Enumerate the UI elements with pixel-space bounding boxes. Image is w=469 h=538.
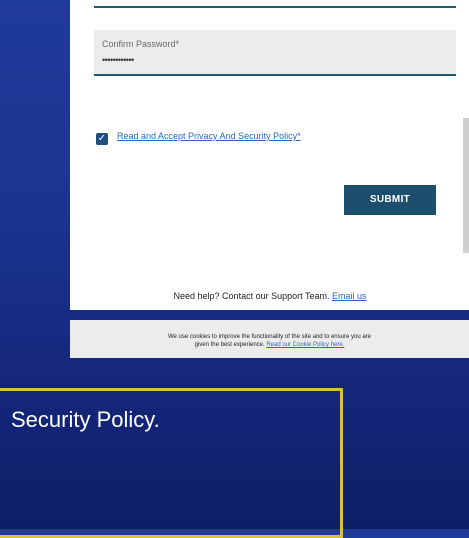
policy-checkbox[interactable]: ✓ — [96, 133, 108, 145]
confirm-password-value[interactable]: •••••••••••• — [102, 55, 134, 65]
checkmark-icon: ✓ — [97, 133, 107, 144]
email-us-link[interactable]: Email us — [332, 291, 367, 301]
password-field-bottom[interactable] — [94, 0, 456, 8]
scrollbar[interactable] — [463, 118, 469, 253]
caption-box: Security Policy. — [0, 388, 343, 538]
cookie-policy-link[interactable]: Read our Cookie Policy here. — [266, 342, 344, 348]
confirm-password-field[interactable]: Confirm Password* •••••••••••• — [94, 30, 456, 76]
registration-form-card: Confirm Password* •••••••••••• ✓ Read an… — [70, 0, 469, 310]
cookie-banner: We use cookies to improve the functional… — [70, 320, 469, 358]
policy-link[interactable]: Read and Accept Privacy And Security Pol… — [117, 131, 301, 141]
help-line: Need help? Contact our Support Team. Ema… — [70, 291, 469, 301]
cookie-text-line2: given the best experience. Read our Cook… — [70, 341, 469, 349]
cookie-text-line1: We use cookies to improve the functional… — [167, 334, 371, 340]
cookie-text-prefix: given the best experience. — [194, 342, 265, 348]
help-text: Need help? Contact our Support Team. — [173, 291, 330, 301]
caption-text: Security Policy. — [11, 407, 160, 432]
submit-button[interactable]: SUBMIT — [344, 185, 436, 215]
confirm-password-label: Confirm Password* — [102, 39, 180, 49]
